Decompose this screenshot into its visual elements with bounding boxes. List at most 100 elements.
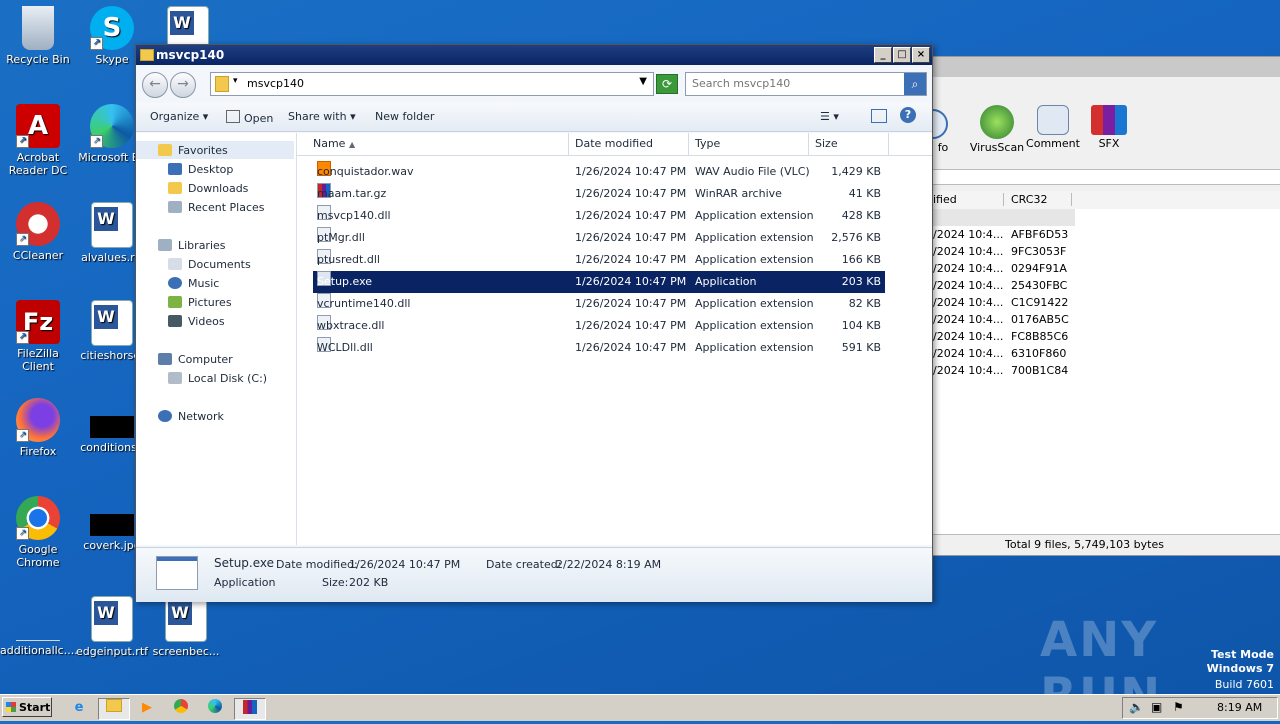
nav-libraries[interactable]: Libraries — [158, 238, 226, 254]
desktop-icon-filezilla[interactable]: Fz ↗ FileZilla Client — [0, 300, 76, 373]
explorer-titlebar[interactable]: msvcp140 _ □ × — [136, 45, 932, 65]
crc-column-header[interactable]: CRC32 — [1011, 193, 1072, 206]
explorer-window[interactable]: msvcp140 _ □ × ← → ▾ msvcp140 ▼ ⟳ ⌕ Orga… — [135, 44, 933, 602]
winrar-titlebar[interactable] — [901, 57, 1280, 77]
search-icon[interactable]: ⌕ — [904, 73, 926, 95]
breadcrumb[interactable]: msvcp140 — [247, 77, 304, 90]
media-player-icon[interactable]: ▶ — [136, 698, 158, 718]
file-row-ptusredt[interactable]: ptusredt.dll 1/26/2024 10:47 PM Applicati… — [313, 249, 885, 271]
winrar-taskbar-button[interactable] — [234, 698, 266, 720]
winrar-row[interactable]: /2024 10:4... 0294F91A — [901, 260, 1280, 277]
firefox-icon: ↗ — [16, 398, 60, 442]
music-icon — [168, 277, 182, 289]
explorer-taskbar-button[interactable] — [98, 698, 130, 720]
file-row-msvcp140[interactable]: msvcp140.dll 1/26/2024 10:47 PM Applicati… — [313, 205, 885, 227]
word-document-icon — [165, 596, 207, 642]
file-row-setup-selected[interactable]: Setup.exe 1/26/2024 10:47 PM Application 2… — [313, 271, 885, 293]
desktop-icon-ccleaner[interactable]: ↗ CCleaner — [0, 202, 76, 262]
file-row-ptmgr[interactable]: ptMgr.dll 1/26/2024 10:47 PM Application … — [313, 227, 885, 249]
winrar-window[interactable]: fo VirusScan Comment SFX ified CRC32 /20… — [900, 56, 1280, 556]
edge-taskbar-icon[interactable] — [204, 698, 226, 718]
name-column-header[interactable]: Name ▲ — [307, 133, 569, 155]
virusscan-button[interactable]: VirusScan — [967, 105, 1027, 154]
search-input[interactable] — [686, 73, 898, 93]
nav-pictures[interactable]: Pictures — [168, 295, 232, 311]
details-size-label: Size: — [322, 576, 349, 589]
nav-downloads[interactable]: Downloads — [168, 181, 248, 197]
downloads-icon — [168, 182, 182, 194]
file-row-vcruntime140[interactable]: vcruntime140.dll 1/26/2024 10:47 PM Appli… — [313, 293, 885, 315]
address-row: ← → ▾ msvcp140 ▼ ⟳ ⌕ — [136, 69, 932, 99]
back-button[interactable]: ← — [142, 72, 168, 98]
nav-recent-places[interactable]: Recent Places — [168, 200, 265, 216]
winrar-row[interactable]: /2024 10:4... AFBF6D53 — [901, 226, 1280, 243]
address-dropdown-icon[interactable]: ▼ — [639, 76, 647, 87]
new-folder-button[interactable]: New folder — [375, 110, 434, 123]
file-row-wbxtrace[interactable]: wbxtrace.dll 1/26/2024 10:47 PM Applicati… — [313, 315, 885, 337]
navigation-pane[interactable]: Favorites Desktop Downloads Recent Place… — [136, 133, 297, 545]
start-button[interactable]: Start — [2, 697, 52, 717]
comment-button[interactable]: Comment — [1023, 105, 1083, 150]
desktop-icon-chrome[interactable]: ↗ Google Chrome — [0, 496, 76, 569]
desktop-icon-recycle-bin[interactable]: Recycle Bin — [0, 6, 76, 66]
nav-documents[interactable]: Documents — [168, 257, 251, 273]
desktop-icon-edgeinput[interactable]: edgeinput.rtf — [74, 596, 150, 658]
size-column-header[interactable]: Size — [809, 133, 889, 155]
search-box[interactable]: ⌕ — [685, 72, 927, 96]
nav-favorites[interactable]: Favorites — [158, 143, 228, 159]
winrar-row[interactable]: /2024 10:4... 25430FBC — [901, 277, 1280, 294]
file-row-wcldll[interactable]: WCLDll.dll 1/26/2024 10:47 PM Application… — [313, 337, 885, 359]
chrome-taskbar-icon[interactable] — [170, 698, 192, 718]
desktop-icon — [168, 163, 182, 175]
winrar-row[interactable]: /2024 10:4... 0176AB5C — [901, 311, 1280, 328]
ie-icon[interactable]: e — [68, 698, 90, 718]
desktop-icon-additionallc[interactable]: additionallc.... — [0, 596, 78, 657]
share-with-button[interactable]: Share with ▾ — [288, 110, 356, 123]
nav-desktop[interactable]: Desktop — [168, 162, 233, 178]
nav-local-disk[interactable]: Local Disk (C:) — [168, 371, 267, 387]
winrar-row[interactable]: /2024 10:4... 6310F860 — [901, 345, 1280, 362]
recycle-bin-icon — [22, 6, 54, 50]
open-button[interactable]: Open — [226, 110, 273, 125]
breadcrumb-chevron-icon[interactable]: ▾ — [233, 76, 238, 86]
winrar-row[interactable]: /2024 10:4... 700B1C84 — [901, 362, 1280, 379]
nav-videos[interactable]: Videos — [168, 314, 225, 330]
date-column-header[interactable]: Date modified — [569, 133, 689, 155]
file-row-maam[interactable]: maam.tar.gz 1/26/2024 10:47 PM WinRAR arc… — [313, 183, 885, 205]
file-list-pane[interactable]: Name ▲ Date modified Type Size conquista… — [297, 133, 932, 545]
maximize-button[interactable]: □ — [893, 47, 911, 63]
close-button[interactable]: × — [912, 47, 930, 63]
desktop-icon-label: CCleaner — [12, 249, 64, 262]
volume-icon[interactable]: 🔈 — [1129, 700, 1144, 714]
desktop-icon-screenbec[interactable]: screenbec... — [148, 596, 224, 658]
winrar-row[interactable]: /2024 10:4... FC8B85C6 — [901, 328, 1280, 345]
modified-column-header[interactable]: ified — [933, 193, 1004, 206]
desktop-icon-acrobat[interactable]: A ↗ Acrobat Reader DC — [0, 104, 76, 177]
star-icon — [158, 144, 172, 156]
refresh-button[interactable]: ⟳ — [656, 74, 678, 94]
organize-button[interactable]: Organize ▾ — [150, 110, 208, 123]
winrar-file-list[interactable]: /2024 10:4... AFBF6D53 /2024 10:4... 9FC30… — [901, 209, 1280, 537]
ccleaner-icon: ↗ — [16, 202, 60, 246]
network-tray-icon[interactable]: ▣ — [1151, 700, 1162, 714]
clock[interactable]: 8:19 AM — [1217, 701, 1262, 714]
winrar-row[interactable]: /2024 10:4... 9FC3053F — [901, 243, 1280, 260]
forward-button[interactable]: → — [170, 72, 196, 98]
winrar-row[interactable]: /2024 10:4... C1C91422 — [901, 294, 1280, 311]
help-icon[interactable]: ? — [900, 107, 916, 123]
nav-music[interactable]: Music — [168, 276, 219, 292]
nav-computer[interactable]: Computer — [158, 352, 233, 368]
action-center-flag-icon[interactable]: ⚑ — [1173, 700, 1184, 714]
sfx-button[interactable]: SFX — [1079, 105, 1139, 150]
address-bar[interactable]: ▾ msvcp140 ▼ — [210, 72, 654, 96]
file-row-conquistador[interactable]: conquistador.wav 1/26/2024 10:47 PM WAV A… — [313, 161, 885, 183]
preview-pane-icon[interactable] — [871, 109, 887, 123]
minimize-button[interactable]: _ — [874, 47, 892, 63]
nav-network[interactable]: Network — [158, 409, 224, 425]
desktop-icon-firefox[interactable]: ↗ Firefox — [0, 398, 76, 458]
desktop-icon-label: Google Chrome — [16, 543, 60, 569]
word-document-icon — [91, 202, 133, 248]
file-thumbnail-icon — [90, 514, 134, 536]
view-options-icon[interactable]: ☰ ▾ — [820, 110, 839, 123]
type-column-header[interactable]: Type — [689, 133, 809, 155]
